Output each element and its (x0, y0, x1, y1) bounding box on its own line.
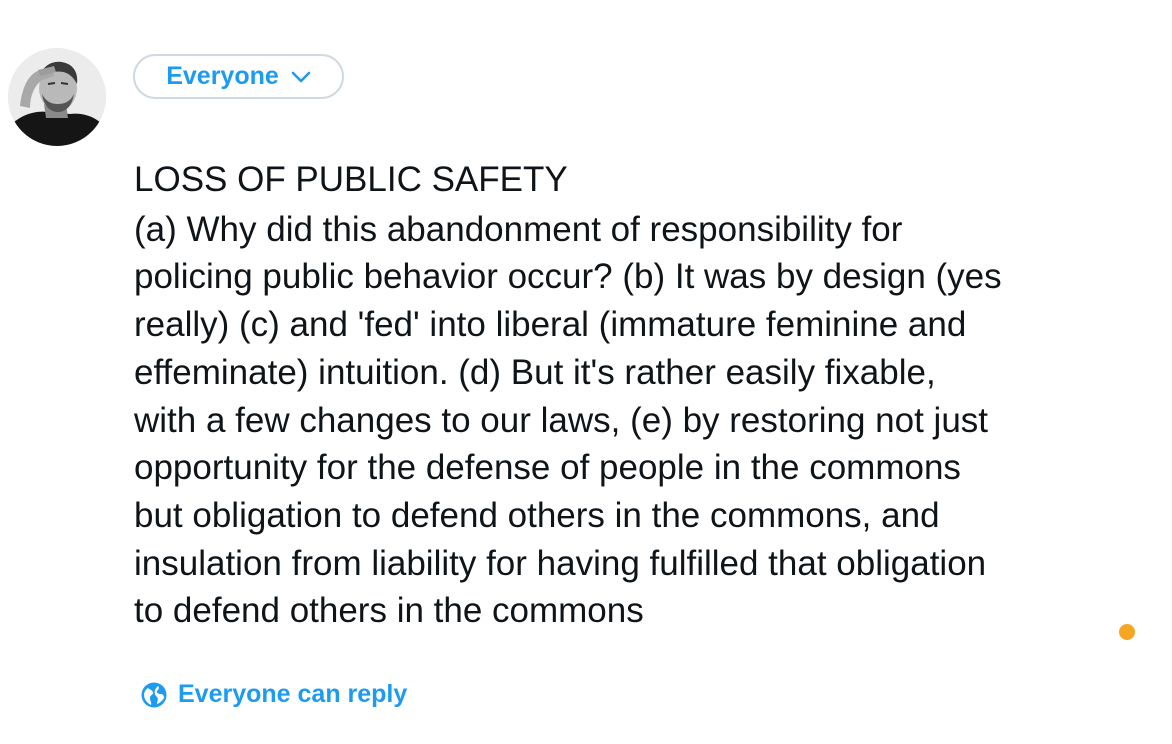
tweet-body: (a) Why did this abandonment of responsi… (134, 209, 1002, 631)
avatar-photo (8, 48, 106, 146)
reply-permission-button[interactable]: Everyone can reply (141, 680, 407, 709)
reply-permission-label: Everyone can reply (178, 680, 408, 708)
chevron-down-icon (291, 71, 311, 83)
tweet-compose-textarea[interactable]: LOSS OF PUBLIC SAFETY (a) Why did this a… (134, 156, 1144, 635)
audience-label: Everyone (166, 62, 279, 90)
tweet-heading: LOSS OF PUBLIC SAFETY (134, 160, 568, 199)
audience-selector-button[interactable]: Everyone (133, 54, 344, 99)
avatar[interactable] (8, 48, 106, 146)
globe-icon (141, 682, 167, 708)
character-counter (1119, 624, 1135, 640)
